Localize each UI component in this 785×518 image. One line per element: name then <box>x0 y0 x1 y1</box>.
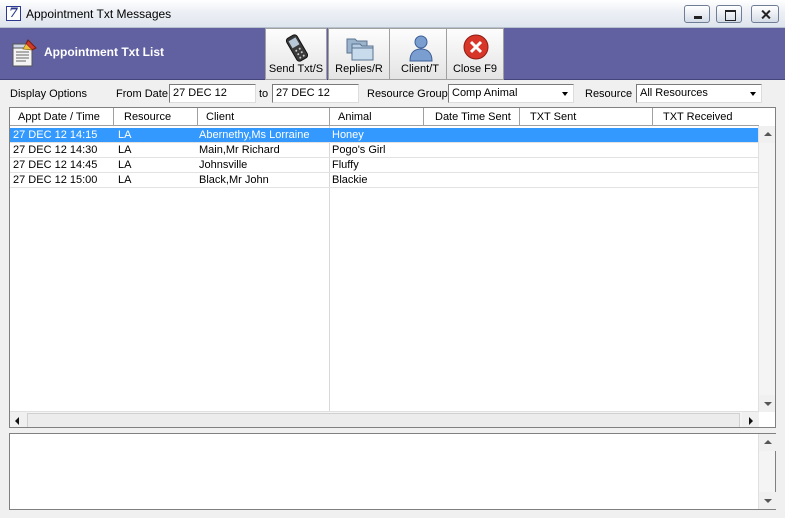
resource-group-select[interactable]: Comp Animal <box>448 84 574 103</box>
resource-cell: LA <box>118 159 132 171</box>
column-header-client[interactable]: Client <box>198 108 330 126</box>
detail-vertical-scrollbar[interactable] <box>758 434 776 509</box>
scroll-up-button[interactable] <box>759 434 776 451</box>
scroll-up-button[interactable] <box>759 126 775 143</box>
resource-label: Resource <box>585 88 633 100</box>
client-cell: Johnsville <box>199 159 248 171</box>
column-header-animal[interactable]: Animal <box>330 108 424 126</box>
table-row[interactable]: 27 DEC 12 15:00 LA Black,Mr John Blackie <box>10 173 759 188</box>
column-header-txt-sent[interactable]: TXT Sent <box>520 108 653 126</box>
resource-group-value: Comp Animal <box>452 87 518 99</box>
app-icon: 7 <box>6 6 21 21</box>
client-button[interactable]: Client/T <box>389 28 451 80</box>
table-row[interactable]: 27 DEC 12 14:15 LA Abernethy,Ms Lorraine… <box>10 128 759 143</box>
title-bar: 7 Appointment Txt Messages <box>0 0 785 28</box>
minimize-icon <box>685 6 709 22</box>
close-f9-button[interactable]: Close F9 <box>446 28 504 80</box>
column-header-date-time-sent[interactable]: Date Time Sent <box>424 108 520 126</box>
resource-value: All Resources <box>640 87 708 99</box>
send-txt-label: Send Txt/S <box>268 63 324 75</box>
resource-cell: LA <box>118 129 132 141</box>
from-date-field[interactable]: 27 DEC 12 <box>169 84 256 103</box>
grid-vertical-scrollbar[interactable] <box>758 126 775 412</box>
animal-cell: Pogo's Girl <box>332 144 386 156</box>
toolbar-title: Appointment Txt List <box>44 45 164 59</box>
scroll-down-button[interactable] <box>759 395 775 412</box>
window-title: Appointment Txt Messages <box>26 7 172 21</box>
column-header-txt-received[interactable]: TXT Received <box>653 108 759 126</box>
scroll-thumb[interactable] <box>27 413 740 427</box>
minimize-button[interactable] <box>684 5 710 23</box>
appt-datetime-cell: 27 DEC 12 14:15 <box>13 129 98 141</box>
animal-cell: Blackie <box>332 174 368 186</box>
table-row[interactable]: 27 DEC 12 14:30 LA Main,Mr Richard Pogo'… <box>10 143 759 158</box>
grid-header: Appt Date / Time Resource Client Animal … <box>10 108 759 126</box>
mobile-phone-icon <box>285 34 309 62</box>
grid-horizontal-scrollbar[interactable] <box>10 411 759 427</box>
scroll-left-button[interactable] <box>10 412 27 427</box>
client-cell: Main,Mr Richard <box>199 144 280 156</box>
client-cell: Black,Mr John <box>199 174 269 186</box>
replies-label: Replies/R <box>335 63 383 75</box>
person-icon <box>409 35 433 62</box>
close-window-button[interactable] <box>751 5 779 23</box>
to-label: to <box>259 88 269 100</box>
from-date-label: From Date <box>116 88 168 100</box>
maximize-button[interactable] <box>716 5 742 23</box>
display-options-label: Display Options <box>10 88 88 100</box>
appointment-grid[interactable]: Appt Date / Time Resource Client Animal … <box>9 107 776 428</box>
appt-datetime-cell: 27 DEC 12 14:45 <box>13 159 98 171</box>
client-cell: Abernethy,Ms Lorraine <box>199 129 310 141</box>
client-label: Client/T <box>401 63 439 75</box>
send-txt-button[interactable]: Send Txt/S <box>265 28 327 80</box>
table-row[interactable]: 27 DEC 12 14:45 LA Johnsville Fluffy <box>10 158 759 173</box>
close-circle-icon <box>463 34 489 60</box>
close-icon <box>752 6 778 22</box>
appt-datetime-cell: 27 DEC 12 15:00 <box>13 174 98 186</box>
to-date-field[interactable]: 27 DEC 12 <box>272 84 359 103</box>
chevron-down-icon[interactable] <box>746 86 760 101</box>
resource-cell: LA <box>118 144 132 156</box>
close-f9-label: Close F9 <box>452 63 498 75</box>
scroll-down-button[interactable] <box>759 492 776 509</box>
message-detail-area[interactable] <box>9 433 776 510</box>
display-options-bar: Display Options From Date 27 DEC 12 to 2… <box>0 82 785 106</box>
resource-group-label: Resource Group <box>367 88 448 100</box>
replies-button[interactable]: Replies/R <box>328 28 390 80</box>
resource-cell: LA <box>118 174 132 186</box>
chevron-down-icon[interactable] <box>558 86 572 101</box>
folders-icon <box>346 38 374 61</box>
maximize-icon <box>717 6 741 22</box>
column-header-resource[interactable]: Resource <box>114 108 198 126</box>
appt-datetime-cell: 27 DEC 12 14:30 <box>13 144 98 156</box>
column-header-appt-date-time[interactable]: Appt Date / Time <box>10 108 114 126</box>
notepad-icon <box>12 39 37 67</box>
scroll-right-button[interactable] <box>742 412 759 427</box>
animal-cell: Honey <box>332 129 364 141</box>
resource-select[interactable]: All Resources <box>636 84 762 103</box>
toolbar: Appointment Txt List Send Txt/S Replies/… <box>0 28 785 80</box>
animal-cell: Fluffy <box>332 159 359 171</box>
